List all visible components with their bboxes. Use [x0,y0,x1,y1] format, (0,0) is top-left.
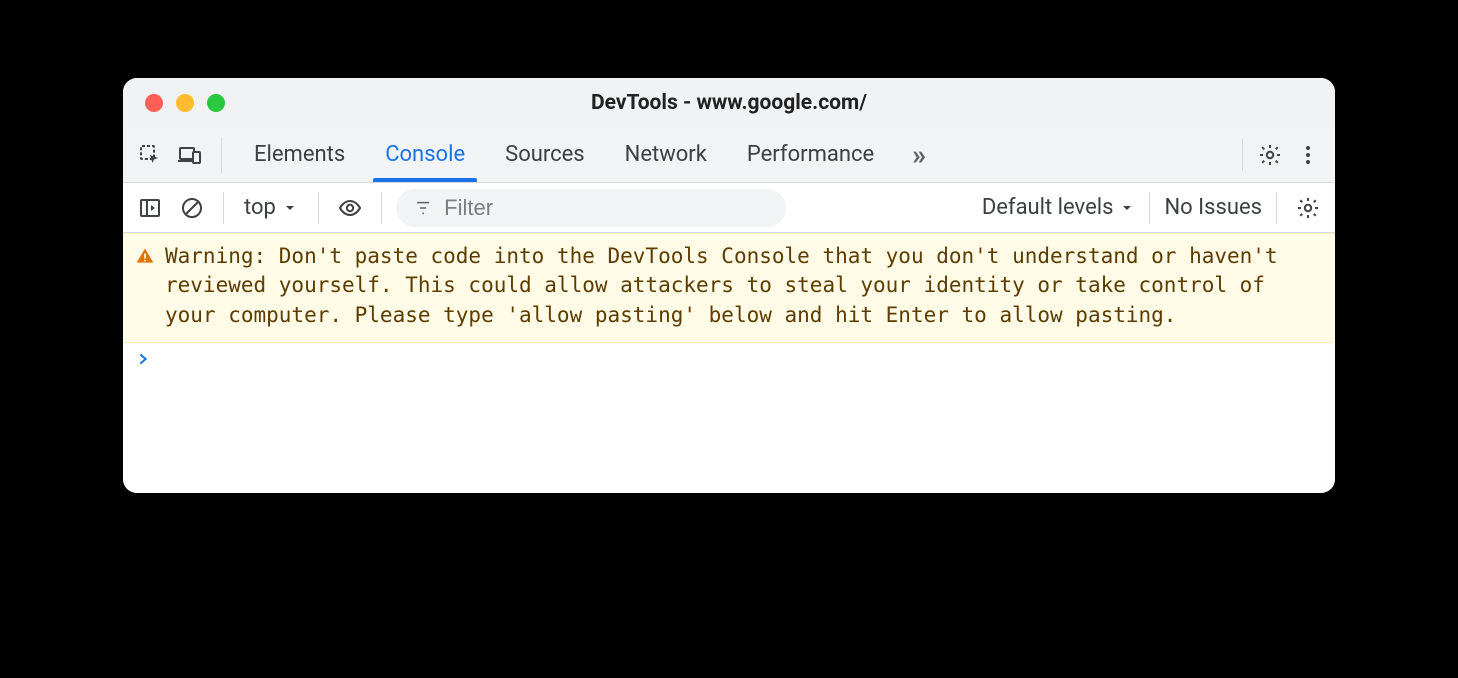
toggle-sidebar-icon[interactable] [133,191,167,225]
clear-console-icon[interactable] [175,191,209,225]
minimize-window-button[interactable] [176,94,194,112]
more-tabs-button[interactable]: » [902,138,936,171]
devtools-tabbar: Elements Console Sources Network Perform… [123,127,1335,183]
traffic-lights [123,94,225,112]
divider [223,192,224,224]
tabbar-right-tools [1226,138,1325,172]
devtools-tabs: Elements Console Sources Network Perform… [222,128,1226,181]
console-body: Warning: Don't paste code into the DevTo… [123,233,1335,493]
maximize-window-button[interactable] [207,94,225,112]
console-prompt-row[interactable] [123,343,1335,379]
divider [1242,139,1243,171]
tab-sources[interactable]: Sources [493,128,597,181]
issues-link[interactable]: No Issues [1164,195,1262,220]
divider [1149,192,1150,224]
tab-performance[interactable]: Performance [735,128,886,181]
tab-console[interactable]: Console [373,128,477,181]
divider [318,192,319,224]
tab-elements[interactable]: Elements [242,128,357,181]
live-expression-eye-icon[interactable] [333,191,367,225]
warning-triangle-icon [135,246,155,330]
chevron-down-icon [1119,200,1135,216]
context-label: top [244,195,276,220]
titlebar: DevTools - www.google.com/ [123,78,1335,127]
device-toolbar-icon[interactable] [173,138,207,172]
inspect-element-icon[interactable] [133,138,167,172]
close-window-button[interactable] [145,94,163,112]
console-settings-gear-icon[interactable] [1291,191,1325,225]
log-levels-selector[interactable]: Default levels [982,195,1136,220]
tab-network[interactable]: Network [613,128,719,181]
window-title: DevTools - www.google.com/ [123,91,1335,115]
devtools-window: DevTools - www.google.com/ Elements Cons… [123,78,1335,493]
chevron-down-icon [282,200,298,216]
levels-label: Default levels [982,195,1114,220]
context-selector[interactable]: top [238,195,304,220]
divider [381,192,382,224]
filter-icon [414,198,432,218]
kebab-menu-icon[interactable] [1291,138,1325,172]
filter-input[interactable] [444,195,768,221]
console-toolbar: top Default levels No Issues [123,183,1335,233]
warning-text: Warning: Don't paste code into the DevTo… [165,242,1323,330]
divider [1276,192,1277,224]
tabbar-left-tools [133,137,222,173]
settings-gear-icon[interactable] [1253,138,1287,172]
console-warning-row: Warning: Don't paste code into the DevTo… [123,233,1335,343]
prompt-caret-icon [135,351,151,371]
filter-input-wrapper [396,189,786,227]
